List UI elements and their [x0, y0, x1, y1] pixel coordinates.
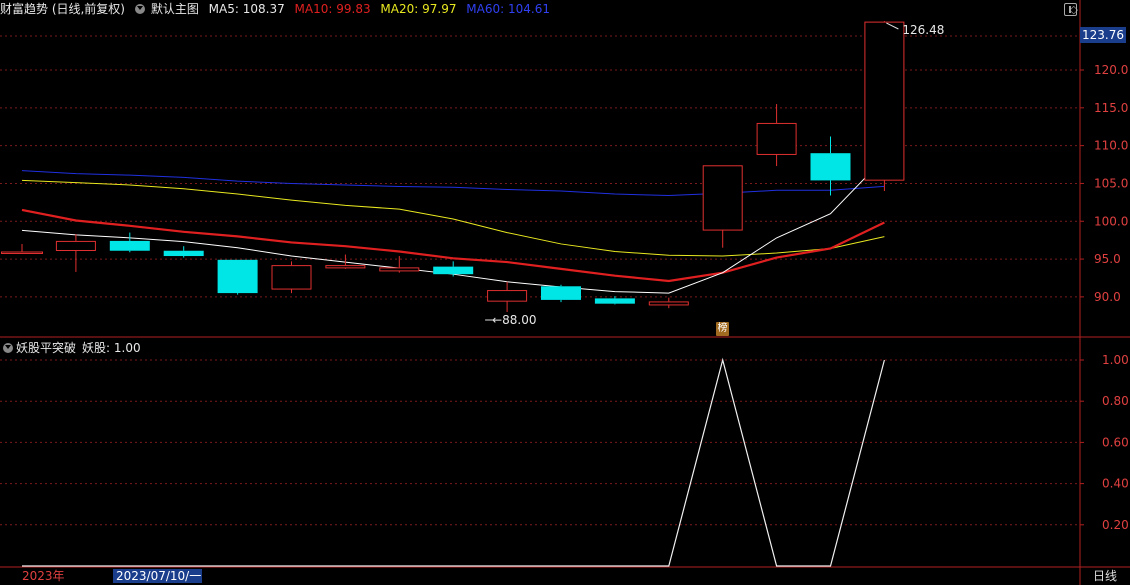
- candle-body: [864, 21, 905, 181]
- stock-title[interactable]: 财富趋势 (日线,前复权): [0, 2, 125, 16]
- year-label: 2023年: [22, 569, 65, 583]
- price-tick-label: 90.0: [1094, 290, 1121, 304]
- chevron-down-icon[interactable]: [3, 342, 13, 353]
- candle-body: [325, 265, 366, 269]
- candle-body: [648, 301, 689, 306]
- sub-indicator-value: 妖股: 1.00: [82, 341, 141, 355]
- current-price-tag: 123.76: [1080, 27, 1126, 43]
- main-indicator-label[interactable]: 默认主图: [151, 2, 199, 16]
- candle-body: [594, 298, 635, 304]
- price-tick-label: 95.0: [1094, 252, 1121, 266]
- ma10-label: MA10: 99.83: [294, 2, 371, 16]
- price-tick-label: 115.0: [1094, 101, 1128, 115]
- candle-body: [433, 266, 474, 275]
- candle-body: [1, 251, 43, 255]
- candle-body: [541, 286, 581, 300]
- sub-tick-label: 0.40: [1102, 477, 1129, 491]
- candle-body: [810, 153, 851, 181]
- panel-toggle-icon[interactable]: [1064, 3, 1077, 16]
- price-tick-label: 120.0: [1094, 63, 1128, 77]
- chevron-down-icon[interactable]: [134, 3, 145, 14]
- price-tick-label: 105.0: [1094, 176, 1128, 190]
- cursor-date-tag: 2023/07/10/一: [113, 569, 202, 583]
- ma60-label: MA60: 104.61: [466, 2, 550, 16]
- low-price-label: ←88.00: [492, 313, 536, 327]
- sub-indicator-header: 妖股平突破 妖股: 1.00: [0, 340, 141, 356]
- period-label[interactable]: 日线: [1093, 569, 1117, 583]
- ma20-label: MA20: 97.97: [380, 2, 457, 16]
- indicator-header: 财富趋势 (日线,前复权) 默认主图 MA5: 108.37 MA10: 99.…: [0, 0, 1080, 18]
- candle-body: [379, 267, 420, 272]
- candle-body: [702, 165, 743, 231]
- candle-body: [271, 265, 312, 290]
- candle-body: [487, 290, 528, 302]
- candle-body: [109, 240, 150, 251]
- yaogu-line: [22, 357, 885, 567]
- candle-body: [55, 240, 96, 251]
- price-tick-label: 110.0: [1094, 139, 1128, 153]
- ma5-label: MA5: 108.37: [208, 2, 285, 16]
- candle-body: [756, 122, 797, 155]
- sub-indicator-title[interactable]: 妖股平突破: [16, 341, 76, 355]
- sub-tick-label: 0.20: [1102, 518, 1129, 532]
- price-tick-label: 100.0: [1094, 214, 1128, 228]
- candle-body: [217, 259, 258, 294]
- kline-chart[interactable]: 120.0 115.0 110.0 105.0 100.0 95.0 90.0 1.00 0.8…: [0, 0, 1130, 585]
- sub-tick-label: 0.60: [1102, 435, 1129, 449]
- sub-tick-label: 0.80: [1102, 394, 1129, 408]
- rank-badge[interactable]: 榜: [716, 322, 729, 336]
- candle-body: [163, 250, 204, 257]
- sub-tick-label: 1.00: [1102, 353, 1129, 367]
- high-price-label: 126.48: [902, 23, 944, 37]
